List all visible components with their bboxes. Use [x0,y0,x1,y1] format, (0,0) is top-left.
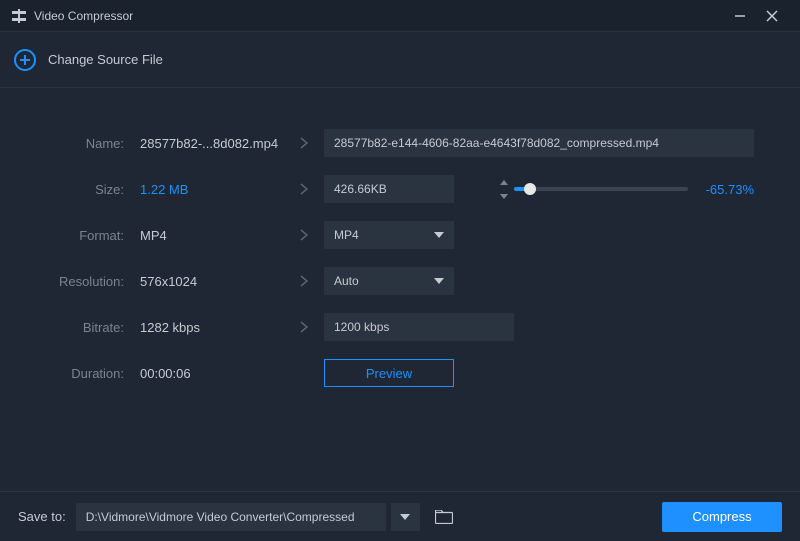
app-icon [12,9,26,23]
chevron-right-icon [284,136,324,150]
save-path-dropdown[interactable] [390,503,420,531]
open-folder-button[interactable] [430,503,458,531]
format-select[interactable]: MP4 [324,221,454,249]
caret-down-icon [434,278,444,284]
resolution-label: Resolution: [24,274,124,289]
form-area: Name: 28577b82-...8d082.mp4 Size: 1.22 M… [0,88,800,388]
name-row: Name: 28577b82-...8d082.mp4 [24,128,776,158]
bitrate-row: Bitrate: 1282 kbps [24,312,776,342]
name-label: Name: [24,136,124,151]
duration-label: Duration: [24,366,124,381]
save-to-label: Save to: [18,509,66,524]
resolution-original: 576x1024 [124,274,284,289]
format-original: MP4 [124,228,284,243]
slider-thumb[interactable] [524,183,536,195]
target-size-stepper[interactable] [324,175,454,203]
chevron-right-icon [284,182,324,196]
size-row: Size: 1.22 MB -65.73% [24,174,776,204]
size-reduction: -65.73% [706,182,754,197]
add-icon [14,49,36,71]
caret-down-icon [434,232,444,238]
titlebar: Video Compressor [0,0,800,32]
caret-down-icon [400,514,410,520]
format-select-value: MP4 [334,228,359,242]
name-original: 28577b82-...8d082.mp4 [124,136,284,151]
bitrate-label: Bitrate: [24,320,124,335]
size-original: 1.22 MB [124,182,284,197]
bitrate-original: 1282 kbps [124,320,284,335]
resolution-select[interactable]: Auto [324,267,454,295]
chevron-right-icon [284,320,324,334]
save-path[interactable]: D:\Vidmore\Vidmore Video Converter\Compr… [76,503,386,531]
change-source-row[interactable]: Change Source File [0,32,800,88]
folder-icon [435,510,453,524]
bitrate-input[interactable] [324,313,514,341]
format-row: Format: MP4 MP4 [24,220,776,250]
duration-value: 00:00:06 [124,366,284,381]
change-source-label: Change Source File [48,52,163,67]
resolution-row: Resolution: 576x1024 Auto [24,266,776,296]
size-up-button[interactable] [500,175,508,189]
app-title: Video Compressor [34,9,724,23]
resolution-select-value: Auto [334,274,359,288]
minimize-button[interactable] [724,4,756,28]
footer: Save to: D:\Vidmore\Vidmore Video Conver… [0,491,800,541]
output-name-input[interactable] [324,129,754,157]
preview-button[interactable]: Preview [324,359,454,387]
chevron-right-icon [284,228,324,242]
size-label: Size: [24,182,124,197]
format-label: Format: [24,228,124,243]
size-down-button[interactable] [500,189,508,203]
close-button[interactable] [756,4,788,28]
duration-row: Duration: 00:00:06 Preview [24,358,776,388]
chevron-right-icon [284,274,324,288]
compress-button[interactable]: Compress [662,502,782,532]
target-size-input[interactable] [324,182,499,196]
size-slider-wrap: -65.73% [514,182,754,197]
size-slider[interactable] [514,187,688,191]
